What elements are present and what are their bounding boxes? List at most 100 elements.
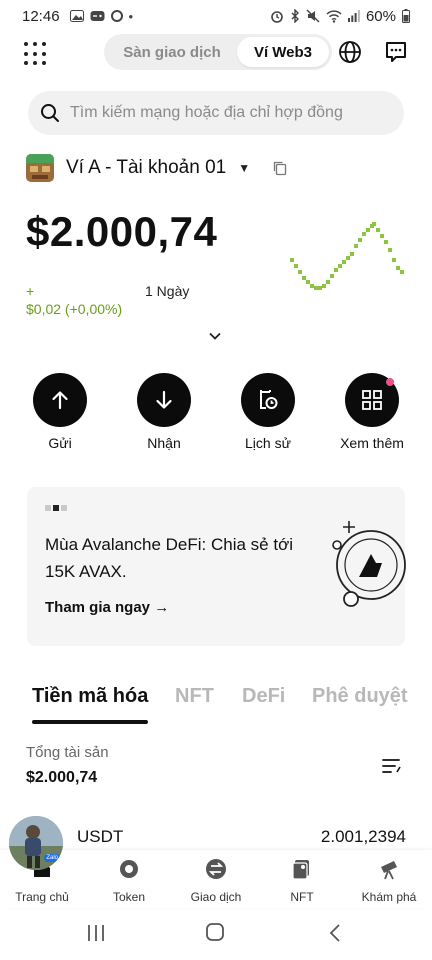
nav-home-label: Trang chủ xyxy=(15,890,69,904)
token-icon xyxy=(120,860,138,878)
alarm-icon xyxy=(271,11,283,23)
sparkline-pixel xyxy=(388,248,392,252)
nav-trade[interactable]: Giao dịch xyxy=(176,858,256,904)
balance-sparkline xyxy=(290,222,404,290)
gallery-icon xyxy=(69,10,84,22)
sparkline-pixel xyxy=(326,280,330,284)
more-action[interactable]: Xem thêm xyxy=(332,373,412,451)
sparkline-pixel xyxy=(354,244,358,248)
telescope-icon xyxy=(381,861,397,880)
token-amount: 2.001,2394 xyxy=(320,827,406,846)
apps-grid-icon[interactable] xyxy=(24,42,48,66)
total-balance: $2.000,74 xyxy=(26,208,218,255)
sparkline-pixel xyxy=(290,258,294,262)
arrow-right-icon: → xyxy=(154,599,170,616)
nav-nft[interactable]: NFT xyxy=(262,858,342,904)
copy-icon[interactable] xyxy=(272,160,288,176)
recent-apps-icon[interactable] xyxy=(84,922,108,944)
wifi-icon xyxy=(326,9,342,23)
token-symbol: USDT xyxy=(77,827,124,846)
sparkline-pixel xyxy=(392,258,396,262)
mode-switch: Sàn giao dịch Ví Web3 xyxy=(104,34,332,70)
nav-trade-label: Giao dịch xyxy=(190,890,242,904)
nav-explore[interactable]: Khám phá xyxy=(349,858,429,904)
sparkline-pixel xyxy=(334,268,338,272)
sparkline-pixel xyxy=(400,270,404,274)
home-button-icon[interactable] xyxy=(203,922,227,944)
sparkline-pixel xyxy=(380,234,384,238)
sparkline-pixel xyxy=(362,232,366,236)
history-button[interactable] xyxy=(241,373,295,427)
status-bar: 12:46 • 60% xyxy=(0,0,432,32)
tab-crypto[interactable]: Tiền mã hóa xyxy=(32,685,148,708)
receive-action[interactable]: Nhận xyxy=(124,373,204,451)
history-label: Lịch sử xyxy=(245,435,291,451)
gamepad-icon xyxy=(90,11,105,21)
caret-down-icon: ▼ xyxy=(238,161,251,175)
sparkline-pixel xyxy=(298,270,302,274)
change-value: $0,02 (+0,00%) xyxy=(26,301,123,317)
promo-banner[interactable]: Mùa Avalanche DeFi: Chia sẻ tới 15K AVAX… xyxy=(27,487,406,646)
zalo-badge: Zalo xyxy=(44,854,60,862)
nft-icon xyxy=(292,860,309,880)
sparkline-pixel xyxy=(294,264,298,268)
send-button[interactable] xyxy=(33,373,87,427)
notification-badge xyxy=(386,378,394,386)
sparkline-pixel xyxy=(306,280,310,284)
promo-join-link[interactable]: Tham gia ngay → xyxy=(45,599,169,616)
message-icon[interactable] xyxy=(384,40,408,64)
account-selector[interactable]: Ví A - Tài khoản 01 ▼ xyxy=(26,153,288,183)
sparkline-pixel xyxy=(314,286,318,290)
bottom-nav: Trang chủ Token Giao dịch NFT Khám phá xyxy=(0,850,432,908)
carousel-indicator xyxy=(45,505,67,511)
promo-cta-label: Tham gia ngay xyxy=(45,599,151,616)
sort-filter-icon[interactable] xyxy=(382,757,402,775)
send-action[interactable]: Gửi xyxy=(20,373,100,451)
chevron-down-icon[interactable] xyxy=(208,329,222,343)
system-nav-bar xyxy=(0,908,432,960)
tab-approvals[interactable]: Phê duyệt xyxy=(312,685,408,708)
balance-change: + $0,02 (+0,00%) xyxy=(26,282,122,318)
more-button[interactable] xyxy=(345,373,399,427)
total-assets-label: Tổng tài sản xyxy=(26,744,109,761)
sparkline-pixel xyxy=(376,228,380,232)
total-assets-value: $2.000,74 xyxy=(26,769,98,786)
tab-web3-wallet[interactable]: Ví Web3 xyxy=(237,37,329,67)
promo-text: Mùa Avalanche DeFi: Chia sẻ tới 15K AVAX… xyxy=(45,535,294,581)
sparkline-pixel xyxy=(346,256,350,260)
arrow-up-icon xyxy=(52,391,68,410)
battery-icon xyxy=(402,9,410,23)
clock-time: 12:46 xyxy=(22,7,60,25)
sparkline-pixel xyxy=(366,228,370,232)
back-icon[interactable] xyxy=(324,922,348,944)
tab-defi[interactable]: DeFi xyxy=(242,685,285,708)
receive-label: Nhận xyxy=(147,435,181,451)
sparkline-pixel xyxy=(330,274,334,278)
tab-nft[interactable]: NFT xyxy=(175,685,214,708)
top-nav: Sàn giao dịch Ví Web3 xyxy=(0,34,432,74)
globe-icon[interactable] xyxy=(338,40,362,64)
active-tab-indicator xyxy=(32,720,148,724)
nav-token[interactable]: Token xyxy=(89,858,169,904)
battery-percent: 60% xyxy=(365,7,396,25)
sparkline-pixel xyxy=(310,284,314,288)
nav-explore-label: Khám phá xyxy=(361,890,417,904)
history-action[interactable]: Lịch sử xyxy=(228,373,308,451)
search-placeholder: Tìm kiếm mạng hoặc địa chỉ hợp đồng xyxy=(70,104,343,121)
search-bar[interactable]: Tìm kiếm mạng hoặc địa chỉ hợp đồng xyxy=(28,91,404,135)
nav-token-label: Token xyxy=(112,890,146,904)
notification-dot: • xyxy=(128,8,134,24)
more-label: Xem thêm xyxy=(340,435,404,451)
receive-button[interactable] xyxy=(137,373,191,427)
sparkline-pixel xyxy=(318,286,322,290)
sparkline-pixel xyxy=(338,264,342,268)
floating-chat-avatar[interactable]: Zalo xyxy=(9,816,63,870)
grid-more-icon xyxy=(362,390,382,410)
signal-icon xyxy=(347,10,360,22)
history-icon xyxy=(260,390,278,409)
tab-exchange[interactable]: Sàn giao dịch xyxy=(107,37,237,67)
sparkline-pixel xyxy=(350,252,354,256)
avalanche-logo-icon xyxy=(332,521,406,607)
sparkline-pixel xyxy=(396,266,400,270)
period-selector[interactable]: 1 Ngày xyxy=(145,283,189,299)
